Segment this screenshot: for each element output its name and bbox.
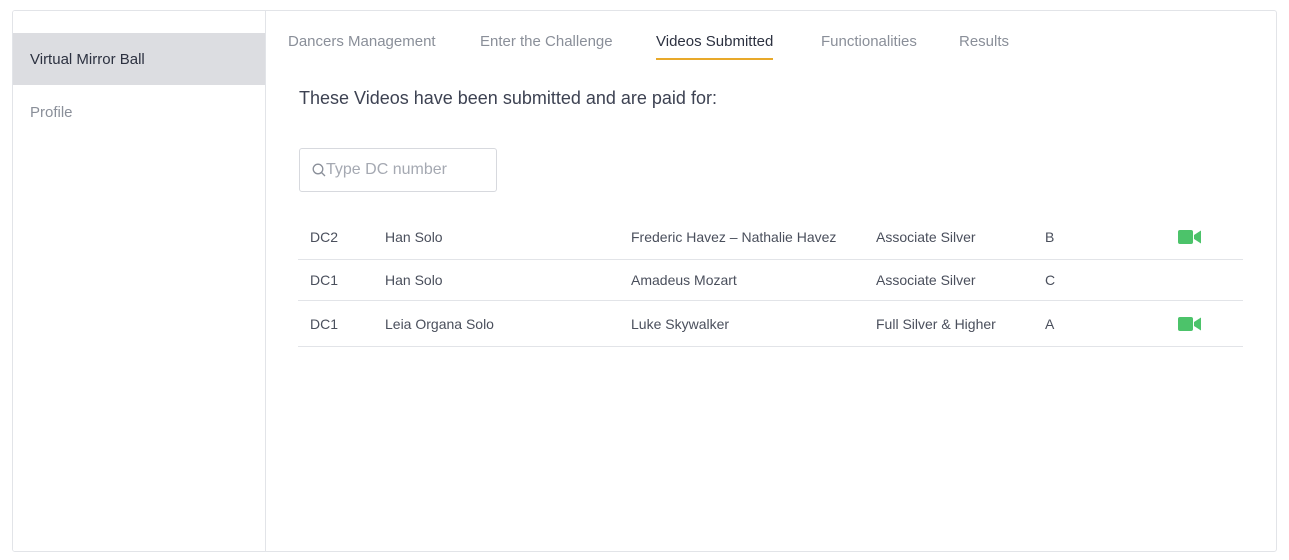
videos-table: DC2 Han Solo Frederic Havez – Nathalie H… (298, 215, 1243, 347)
video-camera-icon[interactable] (1178, 301, 1202, 346)
sidebar-item-label: Virtual Mirror Ball (30, 50, 145, 68)
table-row: DC2 Han Solo Frederic Havez – Nathalie H… (298, 215, 1243, 260)
sidebar-item-profile[interactable]: Profile (13, 86, 265, 138)
partner-name: Amadeus Mozart (631, 272, 737, 288)
level: Associate Silver (876, 229, 976, 245)
sidebar-item-virtual-mirror-ball[interactable]: Virtual Mirror Ball (13, 33, 265, 85)
table-row: DC1 Han Solo Amadeus Mozart Associate Si… (298, 260, 1243, 301)
tab-results[interactable]: Results (959, 32, 1009, 60)
tab-enter-the-challenge[interactable]: Enter the Challenge (480, 32, 613, 60)
tab-videos-submitted[interactable]: Videos Submitted (656, 32, 774, 60)
level: Full Silver & Higher (876, 315, 996, 332)
grade: A (1045, 315, 1055, 332)
search-box[interactable] (299, 148, 497, 192)
partner-name: Luke Skywalker (631, 315, 730, 332)
video-camera-icon[interactable] (1178, 215, 1202, 259)
sidebar: Virtual Mirror Ball Profile (13, 11, 266, 551)
leader-name: Leia Organa Solo (385, 315, 494, 332)
leader-name: Han Solo (385, 229, 443, 245)
app-frame: Virtual Mirror Ball Profile Dancers Mana… (12, 10, 1277, 552)
tab-functionalities[interactable]: Functionalities (821, 32, 917, 60)
search-icon (312, 163, 326, 177)
partner-name: Frederic Havez – Nathalie Havez (631, 229, 837, 245)
grade: C (1045, 272, 1056, 288)
dc-number: DC2 (310, 229, 339, 245)
table-row: DC1 Leia Organa Solo Luke Skywalker Full… (298, 301, 1243, 347)
search-input[interactable] (326, 161, 486, 179)
tab-dancers-management[interactable]: Dancers Management (288, 32, 436, 60)
leader-name: Han Solo (385, 272, 443, 288)
page-heading: These Videos have been submitted and are… (299, 88, 717, 108)
dc-number: DC1 (310, 315, 339, 332)
dc-number: DC1 (310, 272, 339, 288)
sidebar-item-label: Profile (30, 103, 73, 121)
level: Associate Silver (876, 272, 976, 288)
grade: B (1045, 229, 1055, 245)
